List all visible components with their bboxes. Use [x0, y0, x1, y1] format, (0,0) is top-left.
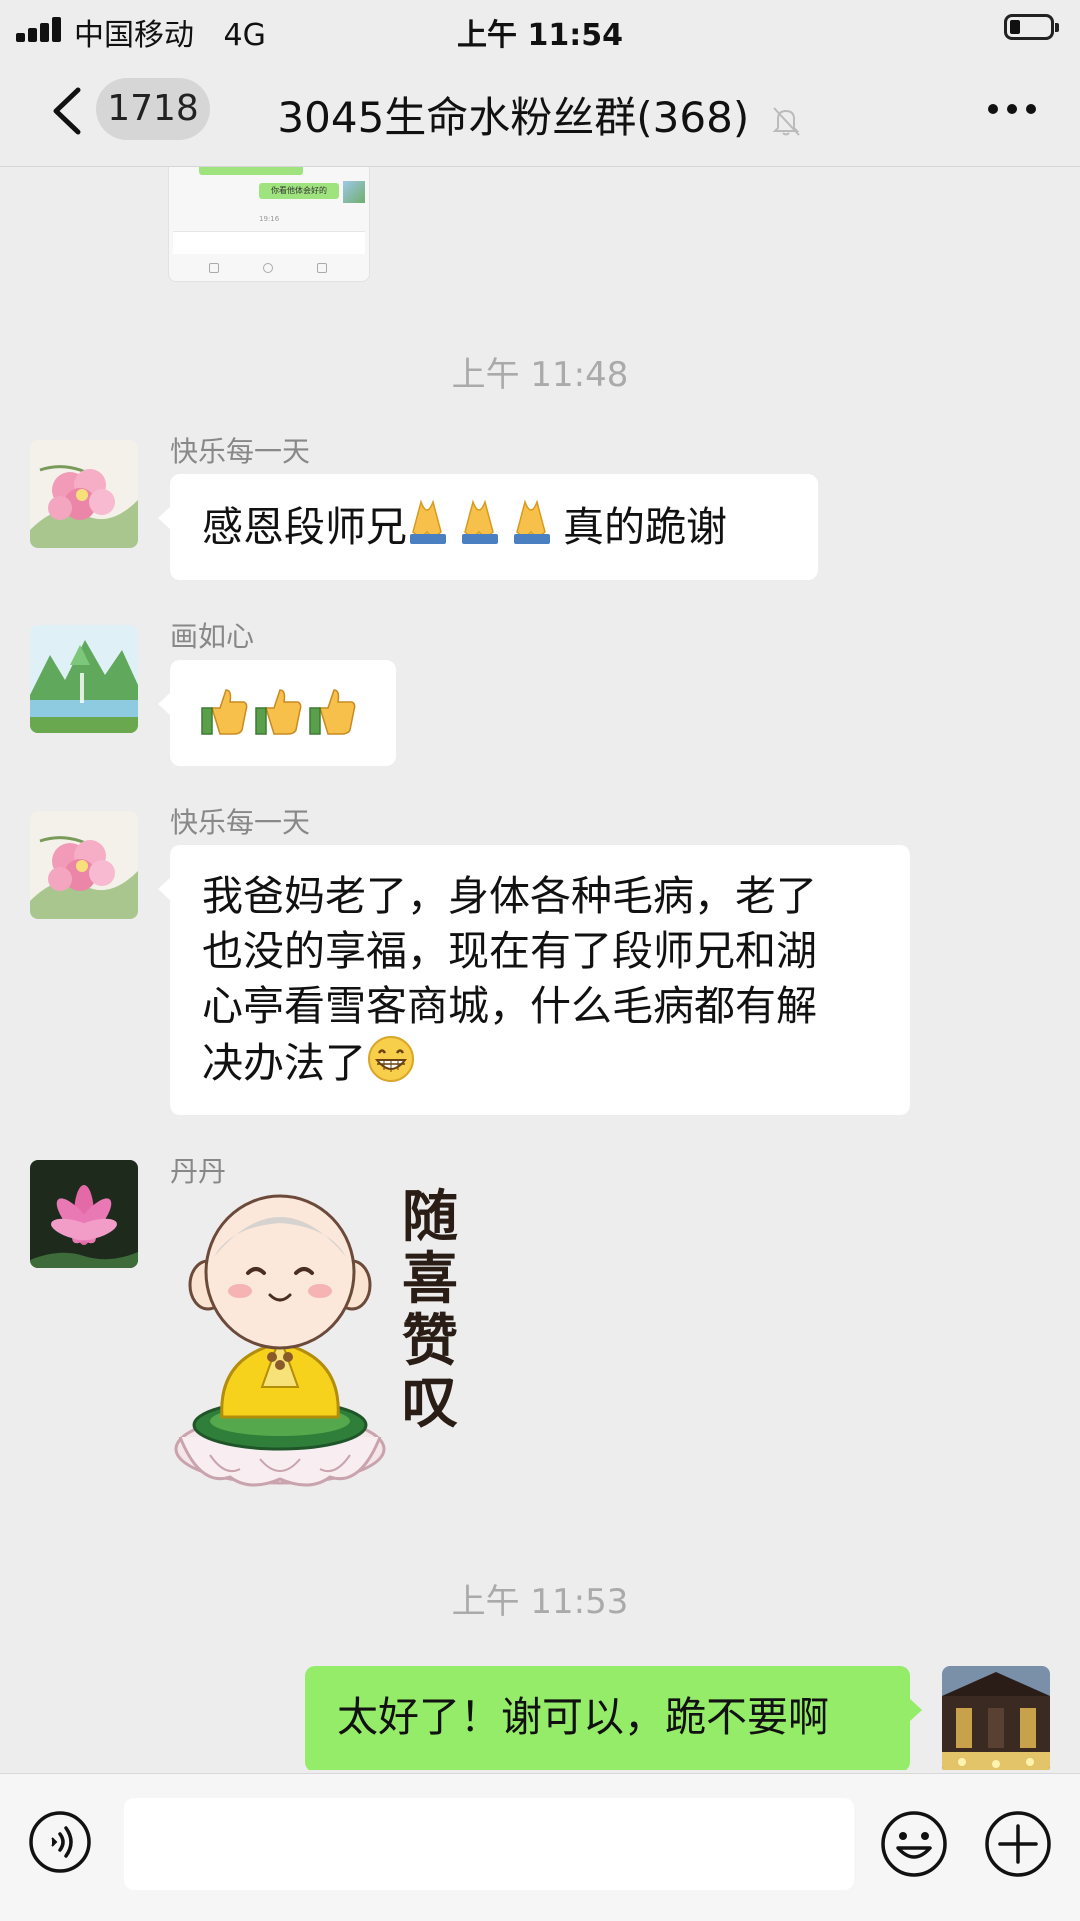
avatar-lotus-icon[interactable] [30, 1160, 138, 1268]
screenshot-time-text: 19:16 [259, 215, 280, 223]
avatar-landscape-icon[interactable] [30, 625, 138, 733]
time-divider: 上午 11:48 [451, 355, 629, 395]
sender-name: 快乐每一天 [170, 806, 311, 839]
grinning-face-emoji-icon [366, 1034, 416, 1098]
message-text: 太好了！谢可以，跪不要啊 [337, 1693, 829, 1741]
message-list[interactable]: 你看他体会好的 19:16 上午 11:48 快乐每一天 感恩段师兄 真的跪谢 [0, 167, 1080, 1770]
sender-name: 快乐每一天 [170, 435, 311, 468]
time-divider: 上午 11:53 [451, 1582, 629, 1622]
praying-monk-sticker[interactable]: 随 喜 赞 叹 [170, 1187, 480, 1497]
mute-bell-icon [772, 106, 800, 136]
smiley-icon[interactable] [880, 1810, 948, 1878]
message-text-line: 心亭看雪客商城，什么毛病都有解 [202, 982, 817, 1030]
sticker-text: 随 喜 赞 叹 [402, 1187, 462, 1435]
message-text-line: 也没的享福，现在有了段师兄和湖 [202, 927, 817, 975]
message-text: 真的跪谢 [563, 503, 727, 551]
message-text-line: 决办法了 [202, 1039, 366, 1087]
voice-icon[interactable] [28, 1810, 92, 1874]
avatar-pink-blossom-icon[interactable] [30, 440, 138, 548]
status-bar: 中国移动 4G 上午 11:54 [0, 0, 1080, 56]
folded-hands-emoji-icon [407, 498, 563, 562]
sticker-char: 随 [402, 1185, 458, 1250]
avatar-pink-blossom-icon[interactable] [30, 811, 138, 919]
message-text-line: 我爸妈老了，身体各种毛病，老了 [202, 872, 817, 920]
message-bubble[interactable]: 感恩段师兄 真的跪谢 [158, 474, 818, 580]
chat-title: 3045生命水粉丝群(368) [0, 84, 1080, 145]
chat-header: 1718 3045生命水粉丝群(368) [0, 56, 1080, 167]
status-clock: 上午 11:54 [457, 18, 623, 53]
monk-sticker-icon [174, 1194, 386, 1487]
message-bubble[interactable]: 我爸妈老了，身体各种毛病，老了 也没的享福，现在有了段师兄和湖 心亭看雪客商城，… [158, 845, 910, 1115]
plus-icon[interactable] [984, 1810, 1052, 1878]
battery-icon [1004, 14, 1059, 40]
more-options-icon[interactable] [988, 100, 1036, 116]
sticker-char: 赞 [402, 1309, 458, 1374]
sticker-char: 叹 [402, 1371, 458, 1436]
member-count: (368) [636, 93, 750, 142]
my-message-bubble[interactable]: 太好了！谢可以，跪不要啊 [305, 1666, 922, 1770]
chat-input-bar [0, 1773, 1080, 1921]
screenshot-bubble-text: 你看他体会好的 [259, 183, 339, 199]
shared-screenshot-image[interactable]: 你看他体会好的 19:16 [168, 167, 370, 282]
battery-level-fill [1010, 20, 1020, 34]
message-input[interactable] [124, 1798, 854, 1890]
message-text: 感恩段师兄 [202, 503, 407, 551]
message-bubble[interactable] [158, 660, 396, 766]
group-name: 3045生命水粉丝群 [277, 93, 637, 142]
sender-name: 画如心 [170, 620, 255, 653]
thumbs-up-emoji-icon [200, 686, 362, 752]
sticker-char: 喜 [402, 1247, 458, 1312]
sender-name: 丹丹 [170, 1155, 227, 1188]
avatar-temple-icon[interactable] [942, 1666, 1050, 1770]
